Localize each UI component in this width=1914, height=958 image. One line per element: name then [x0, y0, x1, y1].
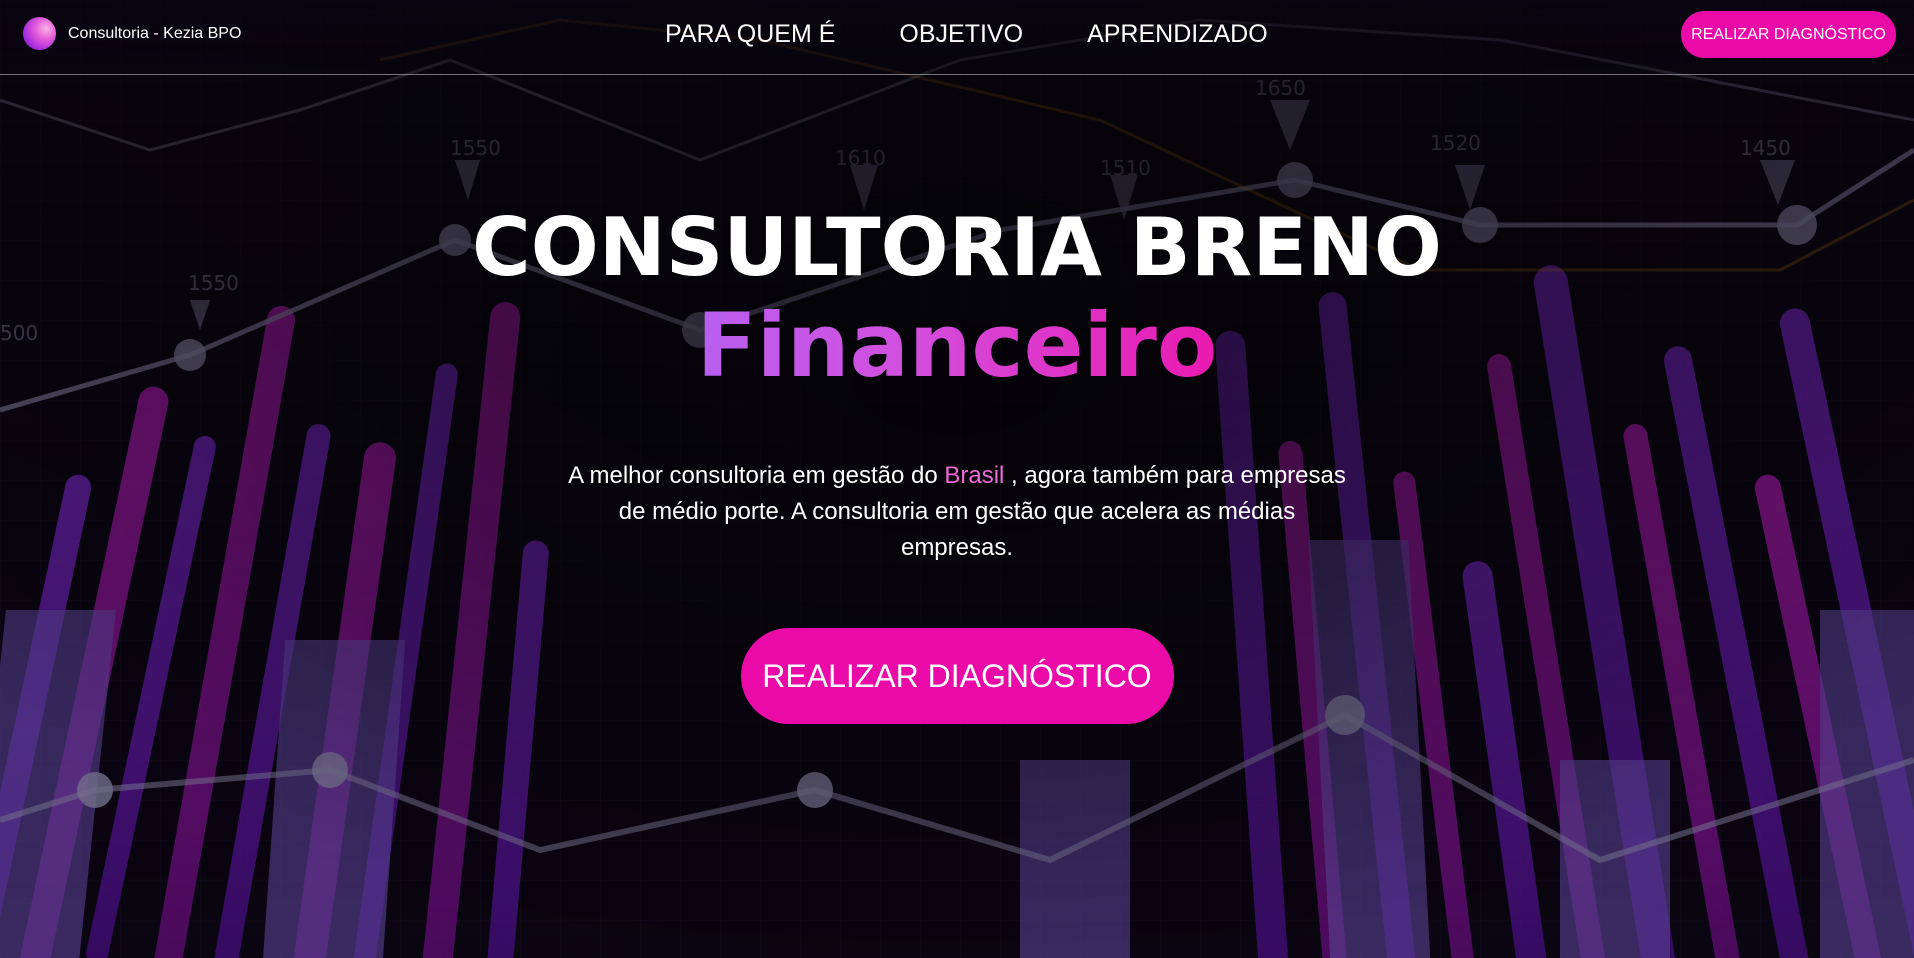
hero-description: A melhor consultoria em gestão do Brasil…: [562, 458, 1352, 566]
hero-highlight-brasil: Brasil: [944, 462, 1005, 489]
hero-title: CONSULTORIA BRENO: [472, 201, 1442, 294]
brand-logo-icon: [23, 17, 56, 50]
nav-links: PARA QUEM É OBJETIVO APRENDIZADO: [665, 20, 1268, 49]
nav-link-aprendizado[interactable]: APRENDIZADO: [1087, 20, 1268, 49]
nav-link-para-quem-e[interactable]: PARA QUEM É: [665, 20, 835, 49]
hero-subtitle: Financeiro: [696, 294, 1218, 397]
brand-name: Consultoria - Kezia BPO: [68, 24, 242, 42]
hero-diagnostic-button[interactable]: REALIZAR DIAGNÓSTICO: [740, 628, 1174, 724]
top-navbar: Consultoria - Kezia BPO PARA QUEM É OBJE…: [0, 0, 1914, 75]
hero-description-start: A melhor consultoria em gestão do: [568, 462, 945, 489]
nav-link-objetivo[interactable]: OBJETIVO: [899, 20, 1023, 49]
hero-section: CONSULTORIA BRENO Financeiro A melhor co…: [0, 200, 1914, 724]
brand[interactable]: Consultoria - Kezia BPO: [23, 17, 241, 50]
nav-diagnostic-button[interactable]: REALIZAR DIAGNÓSTICO: [1681, 11, 1896, 58]
